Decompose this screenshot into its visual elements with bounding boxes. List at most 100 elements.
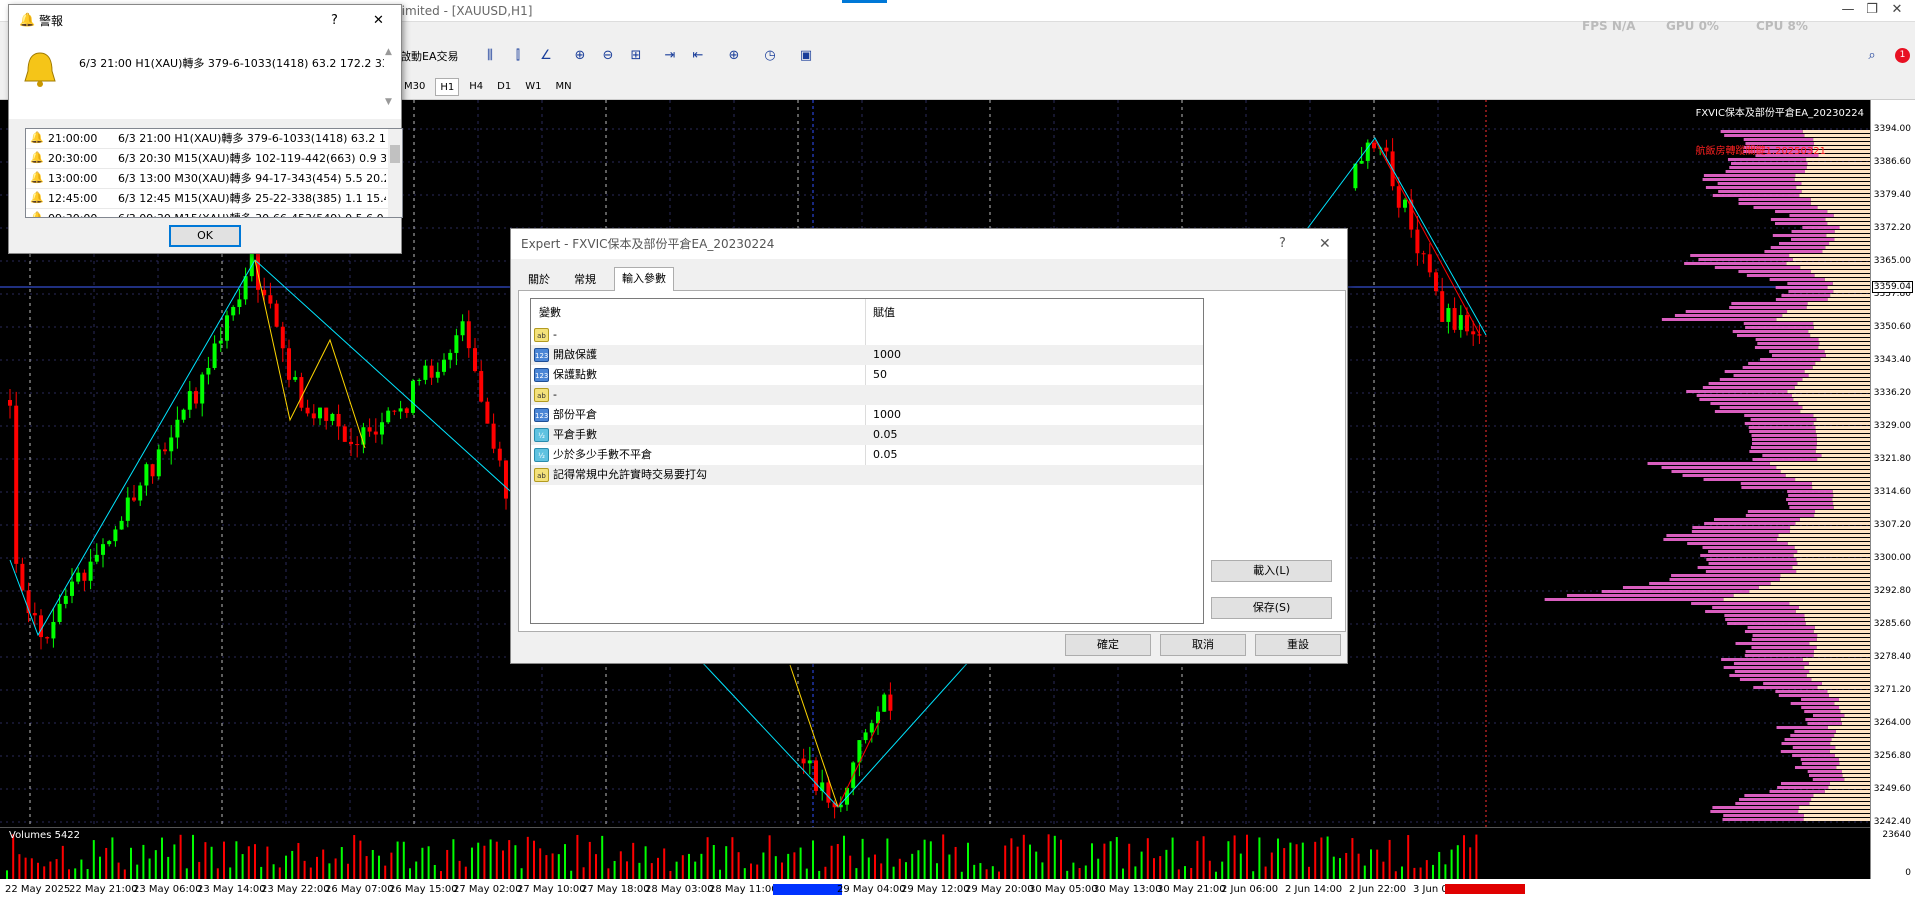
price-tick-label: 3285.60	[1873, 619, 1911, 629]
candle-body	[485, 401, 490, 424]
param-value[interactable]: 50	[873, 365, 887, 385]
notification-badge[interactable]: 1	[1895, 48, 1910, 63]
bar-chart-icon[interactable]: ⫼	[480, 47, 500, 65]
candle-body	[287, 348, 291, 380]
param-row[interactable]: 123 保護點數 50	[531, 365, 1203, 385]
help-button[interactable]: ?	[331, 5, 338, 37]
alert-ok-button[interactable]: OK	[169, 225, 241, 247]
scrollbar-thumb[interactable]	[390, 145, 400, 163]
volume-bar	[1010, 838, 1013, 880]
close-window-button[interactable]: ✕	[1885, 2, 1909, 20]
param-value[interactable]: 0.05	[873, 445, 898, 465]
search-icon[interactable]: ⌕	[1862, 47, 1882, 65]
volume-bar	[99, 856, 101, 880]
volume-pane[interactable]: Volumes 5422	[0, 827, 1870, 880]
volume-bar	[1029, 844, 1031, 880]
volume-bar	[892, 866, 895, 880]
alert-row[interactable]: 🔔 13:00:00 6/3 13:00 M30(XAU)轉多 94-17-343(…	[26, 169, 388, 189]
alert-row[interactable]: 🔔 09:30:00 6/3 09:30 M15(XAU)轉多 30-66-453(…	[26, 209, 388, 218]
restore-button[interactable]: ❐	[1860, 2, 1884, 20]
volume-profile-bar	[1828, 694, 1870, 697]
volume-profile-bar	[1733, 374, 1809, 377]
periods-clock-icon[interactable]: ◷	[760, 47, 780, 65]
algo-trading-button[interactable]: 啟動EA交易	[396, 46, 463, 68]
price-tick-label: 3329.00	[1873, 421, 1911, 431]
alert-history-list[interactable]: 🔔 21:00:00 6/3 21:00 H1(XAU)轉多 379-6-1033(…	[25, 128, 403, 218]
volume-profile-bar	[1835, 746, 1870, 749]
volume-profile-bar	[1776, 318, 1870, 321]
parameters-table[interactable]: 變數 賦值 ab -123 開啟保護 1000 123 保護點數 50 ab -123 部份平倉 1…	[530, 298, 1204, 624]
volume-bar	[638, 862, 641, 880]
candle-body	[32, 613, 37, 616]
scroll-down-icon[interactable]: ▼	[385, 97, 392, 107]
alert-close-button[interactable]: ✕	[373, 5, 384, 37]
alert-row[interactable]: 🔔 20:30:00 6/3 20:30 M15(XAU)轉多 102-119-44…	[26, 149, 388, 169]
volume-profile-bar	[1799, 194, 1870, 197]
zoom-in-icon[interactable]: ⊕	[570, 47, 590, 65]
volume-bar	[750, 863, 752, 880]
timeframe-h4[interactable]: H4	[465, 78, 487, 96]
alert-row[interactable]: 🔔 21:00:00 6/3 21:00 H1(XAU)轉多 379-6-1033(…	[26, 129, 388, 149]
timeframe-mn[interactable]: MN	[551, 78, 575, 96]
volume-profile-bar	[1743, 138, 1814, 141]
volume-profile-bar	[1802, 130, 1870, 133]
expert-help-button[interactable]: ?	[1279, 229, 1286, 259]
tab-inputs[interactable]: 輸入參數	[614, 267, 674, 291]
param-row[interactable]: ½ 平倉手數 0.05	[531, 425, 1203, 445]
timeframe-h1[interactable]: H1	[435, 78, 460, 96]
indicators-icon[interactable]: ⊕	[724, 47, 744, 65]
line-chart-icon[interactable]: ∠	[536, 47, 556, 65]
confirm-button[interactable]: 確定	[1065, 634, 1151, 656]
volume-bar	[1258, 837, 1261, 880]
candlestick-icon[interactable]: ⫿	[508, 47, 528, 65]
time-tick-label: 22 May 21:00	[69, 884, 138, 895]
tab-general[interactable]: 常規	[566, 268, 604, 290]
volume-bar	[1270, 852, 1273, 880]
volume-profile-bar	[1829, 242, 1870, 245]
alert-row-time: 13:00:00	[48, 172, 98, 185]
candle-body	[20, 563, 25, 591]
scroll-up-icon[interactable]: ▲	[385, 47, 392, 57]
volume-bar	[1103, 843, 1106, 880]
volume-bar	[1115, 837, 1118, 880]
alert-row[interactable]: 🔔 12:45:00 6/3 12:45 M15(XAU)轉多 25-22-338(…	[26, 189, 388, 209]
volume-profile-bar	[1814, 626, 1870, 629]
minimize-button[interactable]: —	[1836, 2, 1860, 20]
reset-button[interactable]: 重設	[1255, 634, 1341, 656]
param-row[interactable]: 123 開啟保護 1000	[531, 345, 1203, 365]
param-row[interactable]: 123 部份平倉 1000	[531, 405, 1203, 425]
volume-bar	[737, 852, 740, 880]
tab-about[interactable]: 關於	[520, 268, 558, 290]
param-value[interactable]: 0.05	[873, 425, 898, 445]
param-name: 開啟保護	[553, 348, 597, 361]
expert-title: Expert - FXVIC保本及部份平倉EA_20230224	[521, 237, 775, 251]
timeframe-d1[interactable]: D1	[493, 78, 515, 96]
load-button[interactable]: 載入(L)	[1211, 560, 1332, 582]
expert-close-button[interactable]: ✕	[1319, 229, 1331, 259]
volume-profile-bar	[1798, 606, 1870, 609]
volume-profile-bar	[1815, 450, 1870, 453]
autoscroll-icon[interactable]: ⇥	[660, 47, 680, 65]
volume-profile-bar	[1776, 466, 1870, 469]
param-value[interactable]: 1000	[873, 345, 901, 365]
timeframe-w1[interactable]: W1	[521, 78, 545, 96]
volume-profile-bar	[1705, 610, 1796, 613]
timeframe-m30[interactable]: M30	[400, 78, 429, 96]
candle-body	[349, 441, 353, 445]
tile-windows-icon[interactable]: ⊞	[626, 47, 646, 65]
cancel-button[interactable]: 取消	[1160, 634, 1246, 656]
volume-profile-bar	[1804, 134, 1870, 137]
param-row[interactable]: ab -	[531, 385, 1203, 405]
param-row[interactable]: ½ 少於多少手數不平倉 0.05	[531, 445, 1203, 465]
zoom-out-icon[interactable]: ⊖	[598, 47, 618, 65]
volume-profile-bar	[1793, 398, 1870, 401]
param-row[interactable]: ab -	[531, 325, 1203, 345]
param-value[interactable]: 1000	[873, 405, 901, 425]
save-button[interactable]: 保存(S)	[1211, 597, 1332, 619]
templates-icon[interactable]: ▣	[796, 47, 816, 65]
chart-shift-icon[interactable]: ⇤	[688, 47, 708, 65]
param-row[interactable]: ab 記得常規中允許實時交易要打勾	[531, 465, 1203, 485]
volume-profile-bar	[1752, 438, 1817, 441]
list-scrollbar[interactable]	[388, 129, 402, 217]
volume-bar	[235, 841, 238, 880]
